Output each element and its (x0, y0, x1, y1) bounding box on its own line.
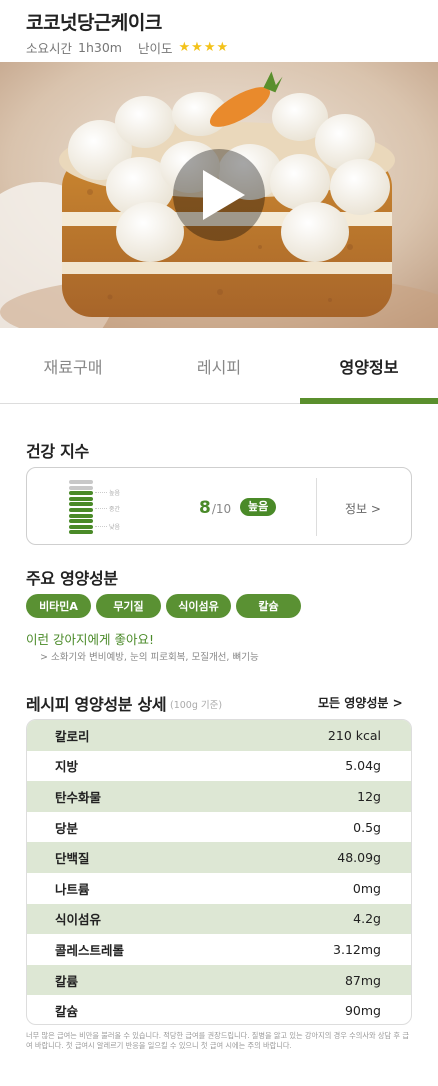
nutrient-value: 0.5g (353, 819, 381, 835)
score-max: /10 (211, 502, 232, 516)
health-title: 건강 지수 (26, 442, 89, 461)
time-label: 소요시간 (26, 41, 73, 56)
nutrient-value: 3.12mg (333, 941, 381, 957)
time-value: 1h30m (78, 40, 122, 55)
gauge-bar (69, 524, 93, 529)
nutrient-name: 콜레스트레롤 (55, 942, 125, 958)
tab-label: 영양정보 (339, 358, 399, 377)
table-row: 칼슘 90mg (27, 995, 411, 1024)
table-row: 칼로리 210 kcal (27, 720, 411, 751)
star-icon: ★ (191, 40, 203, 55)
health-score: 8 /10 (199, 498, 231, 518)
main-nutrients-title: 주요 영양성분 (26, 569, 118, 588)
gauge-bar (69, 491, 93, 496)
tab-ingredients[interactable]: 재료구매 (0, 328, 146, 404)
gauge-bar (69, 502, 93, 507)
gauge-bar (69, 496, 93, 501)
gauge-bar (69, 530, 93, 535)
tab-label: 레시피 (196, 358, 242, 377)
star-icon: ★ (178, 40, 191, 55)
nutrient-name: 칼로리 (55, 728, 90, 744)
recipe-meta: 소요시간 1h30m 난이도 ★ ★ ★ ★ (26, 38, 229, 57)
score-value: 8 (199, 498, 211, 518)
health-gauge: 높음 중간 낮음 (69, 480, 139, 536)
gauge-tick (95, 508, 107, 509)
nutrient-pill: 칼슘 (236, 594, 301, 618)
gauge-bar (69, 513, 93, 518)
nutrient-value: 4.2g (353, 911, 381, 927)
disclaimer: 너무 많은 급여는 비만을 불러올 수 있습니다. 적당한 급여를 권장드립니다… (26, 1031, 409, 1050)
all-nutrients-link[interactable]: 모든 영양성분 > (318, 694, 403, 711)
nutrient-name: 나트륨 (55, 881, 90, 897)
gauge-tick (95, 526, 107, 527)
star-icon: ★ (203, 40, 216, 55)
table-row: 탄수화물 12g (27, 781, 411, 812)
difficulty-stars: ★ ★ ★ ★ (179, 41, 230, 54)
nutrient-pill: 무기질 (96, 594, 161, 618)
nutrient-value: 87mg (344, 972, 381, 988)
nutrient-value: 0mg (352, 880, 381, 896)
table-row: 식이섬유 4.2g (27, 903, 411, 935)
nutrient-value: 12g (357, 788, 381, 804)
difficulty-label: 난이도 (137, 41, 173, 56)
detail-title: 레시피 영양성분 상세 (26, 695, 167, 714)
card-divider (316, 478, 317, 536)
table-row: 당분 0.5g (27, 812, 411, 843)
gauge-label-mid: 중간 (109, 506, 121, 513)
active-tab-indicator (300, 398, 438, 404)
nutrient-name: 탄수화물 (55, 789, 102, 805)
tab-recipe[interactable]: 레시피 (146, 328, 292, 404)
nutrient-value: 5.04g (345, 758, 381, 774)
star-icon: ★ (216, 40, 229, 55)
nutrient-pill: 비타민A (26, 594, 91, 618)
good-for-title: 이런 강아지에게 좋아요! (26, 632, 154, 647)
gauge-label-low: 낮음 (109, 524, 121, 531)
table-row: 단백질 48.09g (27, 842, 411, 873)
health-card: 높음 중간 낮음 8 /10 높음 정보 > (26, 467, 412, 545)
tab-bar: 재료구매 레시피 영양정보 (0, 328, 438, 404)
good-for-detail: > 소화기와 변비예방, 눈의 피로회복, 모질개선, 뼈기능 (40, 652, 259, 663)
table-row: 지방 5.04g (27, 751, 411, 782)
gauge-bar (69, 485, 93, 490)
gauge-bar (69, 480, 93, 484)
tab-nutrition[interactable]: 영양정보 (300, 328, 438, 404)
nutrient-name: 칼슘 (55, 1004, 79, 1020)
table-row: 콜레스트레롤 3.12mg (27, 934, 411, 965)
recipe-title: 코코넛당근케이크 (26, 12, 162, 34)
cake-thumbnail (0, 62, 438, 328)
nutrient-pills: 비타민A 무기질 식이섬유 칼슘 (26, 594, 306, 618)
recipe-header: 코코넛당근케이크 소요시간 1h30m 난이도 ★ ★ ★ ★ (0, 0, 438, 62)
nutrient-value: 90mg (344, 1003, 381, 1019)
nutrient-value: 210 kcal (327, 727, 381, 743)
table-row: 칼륨 87mg (27, 964, 411, 996)
gauge-label-high: 높음 (109, 490, 121, 497)
nutrient-name: 당분 (55, 820, 79, 836)
nutrient-name: 칼륨 (55, 973, 79, 989)
gauge-bar (69, 508, 93, 512)
nutrition-table: 칼로리 210 kcal 지방 5.04g 탄수화물 12g 당분 0.5g 단백질 48… (26, 719, 412, 1025)
recipe-video[interactable] (0, 62, 438, 328)
nutrient-value: 48.09g (337, 850, 381, 866)
health-level-badge: 높음 (240, 498, 277, 516)
table-row: 나트륨 0mg (27, 873, 411, 904)
gauge-bar (69, 519, 93, 524)
health-info-link[interactable]: 정보 > (345, 500, 381, 517)
nutrient-pill: 식이섬유 (166, 594, 231, 618)
nutrient-name: 지방 (55, 759, 79, 775)
tab-label: 재료구매 (43, 358, 103, 377)
nutrient-name: 식이섬유 (55, 912, 102, 928)
nutrient-name: 단백질 (55, 851, 90, 867)
gauge-tick (95, 492, 107, 493)
detail-subtitle: (100g 기준) (170, 700, 223, 711)
